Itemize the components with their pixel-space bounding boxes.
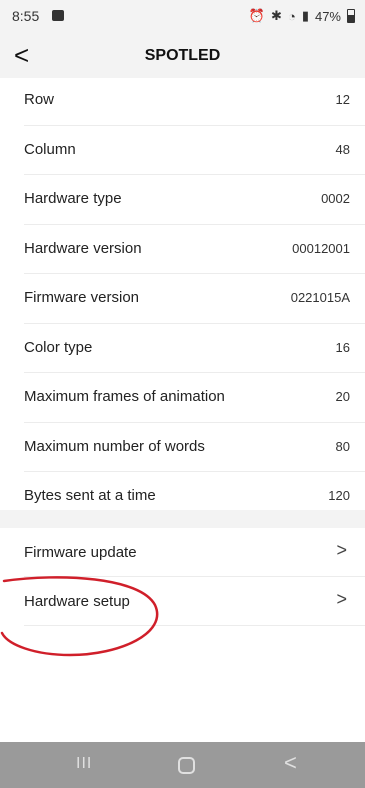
firmware-update-row[interactable]: Firmware update > xyxy=(24,528,365,577)
info-label: Hardware version xyxy=(24,239,142,257)
alarm-icon: ⏰ xyxy=(248,8,266,23)
section-divider xyxy=(0,510,365,528)
info-label: Hardware type xyxy=(24,190,122,207)
info-row-hardware-type: Hardware type 0002 xyxy=(24,175,365,225)
system-nav-bar: III < xyxy=(0,742,365,788)
battery-icon xyxy=(347,9,355,23)
recent-apps-icon[interactable]: III xyxy=(76,755,92,773)
red-circle-annotation xyxy=(0,576,159,657)
info-row-max-frames: Maximum frames of animation 20 xyxy=(24,373,365,423)
info-value: 12 xyxy=(335,92,350,107)
home-icon[interactable] xyxy=(178,757,195,774)
gallery-notification-icon xyxy=(52,10,64,21)
info-label: Firmware version xyxy=(24,289,140,306)
chevron-right-icon: > xyxy=(336,589,347,609)
info-row-color-type: Color type 16 xyxy=(24,324,365,373)
info-value: 20 xyxy=(335,389,350,404)
info-row-hardware-version: Hardware version 00012001 xyxy=(24,225,365,274)
info-value: 0002 xyxy=(321,191,350,206)
app-header: < SPOTLED xyxy=(0,34,365,78)
info-value: 120 xyxy=(328,488,350,503)
page-title: SPOTLED xyxy=(144,47,221,64)
info-label: Maximum number of words xyxy=(24,437,205,455)
info-value: 80 xyxy=(335,438,350,454)
info-label: Color type xyxy=(24,338,93,356)
info-label: Column xyxy=(24,140,76,158)
info-value: 0221015A xyxy=(290,290,350,305)
info-row-column: Column 48 xyxy=(24,126,365,175)
status-bar: 8:55 ⏰ ✱ ◔ ▮ 47% xyxy=(0,0,365,34)
info-label: Row xyxy=(24,91,55,108)
info-value: 16 xyxy=(335,339,350,355)
chevron-right-icon: > xyxy=(336,540,347,560)
bluetooth-icon: ✱ xyxy=(271,8,282,23)
device-info-list: Row 12 Column 48 Hardware type 0002 Hard… xyxy=(0,76,365,521)
info-row-firmware-version: Firmware version 0221015A xyxy=(24,274,365,324)
battery-percent: 47% xyxy=(314,8,341,24)
info-row-max-words: Maximum number of words 80 xyxy=(24,423,365,472)
status-time: 8:55 xyxy=(12,8,40,24)
info-value: 00012001 xyxy=(292,240,350,256)
info-label: Maximum frames of animation xyxy=(24,388,225,405)
info-value: 48 xyxy=(335,141,350,157)
signal-icon: ▮ xyxy=(301,8,309,23)
wifi-icon: ◔ xyxy=(287,8,296,24)
back-nav-icon[interactable]: < xyxy=(284,750,297,776)
status-icons: ⏰ ✱ ◔ ▮ 47% xyxy=(249,8,355,24)
info-label: Bytes sent at a time xyxy=(24,487,156,504)
action-label: Firmware update xyxy=(24,544,137,561)
info-row-row: Row 12 xyxy=(24,76,365,126)
